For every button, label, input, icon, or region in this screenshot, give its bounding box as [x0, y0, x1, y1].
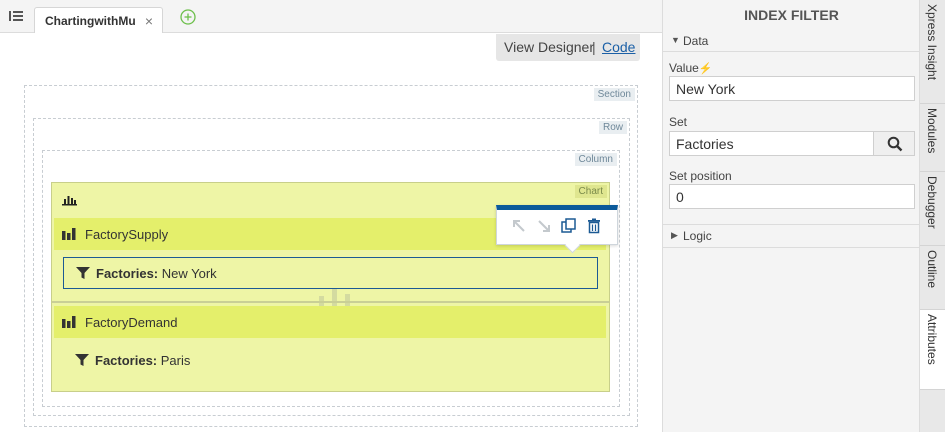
- tab-chartingwithmu[interactable]: ChartingwithMu ×: [34, 7, 163, 34]
- set-position-label: Set position: [669, 169, 732, 183]
- index-filter-paris[interactable]: Factories: Paris: [63, 345, 598, 377]
- filter-key: Factories:: [95, 353, 158, 368]
- value-label-text: Value: [669, 61, 699, 75]
- panel-title: INDEX FILTER: [744, 7, 839, 23]
- series-factory-demand[interactable]: FactoryDemand: [54, 306, 606, 338]
- set-position-input[interactable]: 0: [669, 184, 915, 209]
- lightning-icon: ⚡: [698, 63, 713, 75]
- tab-bar: ChartingwithMu ×: [0, 0, 662, 34]
- chart-tag: Chart: [574, 185, 607, 198]
- logic-group-header[interactable]: ▶ Logic: [663, 224, 920, 248]
- view-toggle: View Designer | Code: [496, 34, 640, 61]
- column-tag: Column: [574, 153, 617, 166]
- section-tag: Section: [593, 88, 635, 101]
- data-group-header[interactable]: ▼ Data: [663, 30, 920, 52]
- delete-icon[interactable]: [584, 216, 604, 236]
- view-separator: |: [592, 39, 596, 55]
- tab-label: Xpress Insight: [925, 4, 939, 81]
- designer-canvas: View Designer | Code Section Row Column …: [0, 33, 662, 432]
- search-icon[interactable]: [873, 131, 915, 156]
- app-window: ChartingwithMu × View Designer | Code Se…: [0, 0, 945, 432]
- caret-down-icon: ▼: [671, 35, 680, 45]
- move-up-icon[interactable]: [509, 216, 529, 236]
- index-filter-new-york[interactable]: Factories: New York: [63, 257, 598, 289]
- duplicate-icon[interactable]: [559, 216, 579, 236]
- side-tab-strip: Xpress Insight Modules Debugger Outline …: [919, 0, 945, 432]
- filter-text: Factories: Paris: [95, 353, 190, 368]
- move-down-icon[interactable]: [534, 216, 554, 236]
- filter-key: Factories:: [96, 266, 159, 281]
- plus-circle-icon[interactable]: [180, 9, 196, 25]
- filter-funnel-icon: [76, 266, 90, 280]
- series-bars-icon: [62, 228, 77, 240]
- index-filter-panel: INDEX FILTER ▼ Data Value⚡ New York Set …: [662, 0, 920, 432]
- view-designer-label: View Designer: [504, 39, 595, 55]
- tab-outline[interactable]: Outline: [920, 246, 945, 310]
- row-tag: Row: [598, 121, 627, 134]
- value-label: Value⚡: [669, 61, 713, 75]
- data-group-label: Data: [683, 34, 709, 48]
- series-divider: [52, 301, 609, 303]
- chart-watermark-icon: [317, 286, 353, 308]
- tab-label: ChartingwithMu: [45, 14, 136, 28]
- filter-funnel-icon: [75, 353, 89, 367]
- value-input[interactable]: New York: [669, 76, 915, 101]
- logic-group-label: Logic: [683, 229, 712, 243]
- tab-label: Debugger: [925, 176, 939, 229]
- series-label: FactorySupply: [85, 227, 169, 242]
- tab-label: Modules: [925, 108, 939, 154]
- filter-text: Factories: New York: [96, 266, 217, 281]
- tab-label: Outline: [925, 250, 939, 289]
- tab-debugger[interactable]: Debugger: [920, 172, 945, 246]
- component-toolbar: [496, 205, 618, 245]
- tab-modules[interactable]: Modules: [920, 104, 945, 172]
- tab-xpress-insight[interactable]: Xpress Insight: [920, 0, 945, 104]
- set-label: Set: [669, 115, 688, 129]
- series-bars-icon: [62, 316, 77, 328]
- bar-chart-icon: [62, 193, 77, 206]
- close-icon[interactable]: ×: [145, 13, 153, 29]
- set-input[interactable]: Factories: [669, 131, 874, 156]
- code-link[interactable]: Code: [602, 39, 635, 55]
- tab-attributes[interactable]: Attributes: [920, 310, 945, 390]
- series-label: FactoryDemand: [85, 315, 178, 330]
- filter-value: New York: [158, 266, 217, 281]
- tab-label: Attributes: [925, 314, 939, 365]
- caret-right-icon: ▶: [671, 230, 678, 240]
- list-icon[interactable]: [8, 9, 24, 23]
- filter-value: Paris: [157, 353, 191, 368]
